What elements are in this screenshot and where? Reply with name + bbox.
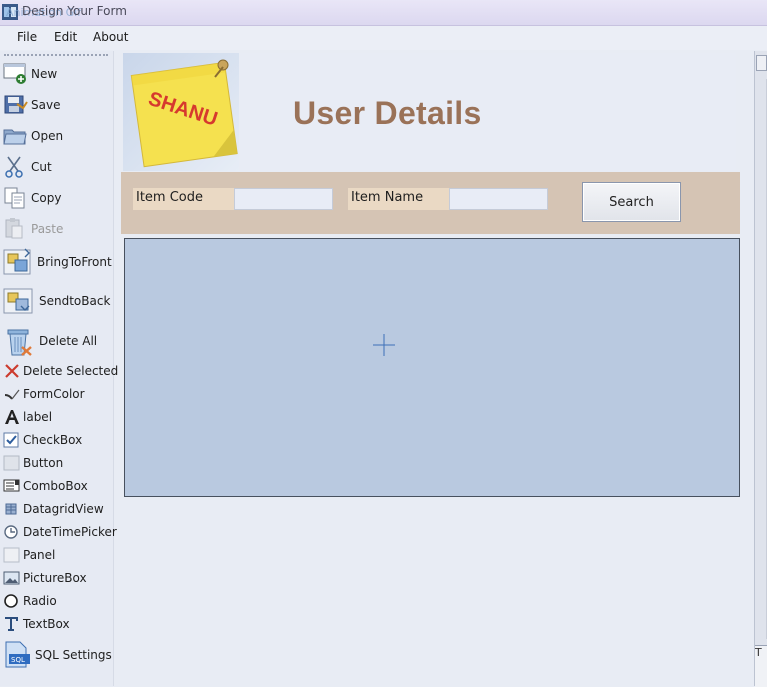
bring-to-front-icon bbox=[3, 248, 31, 275]
tool-delete-selected-label: Delete Selected bbox=[23, 364, 119, 378]
tool-panel-label: Panel bbox=[23, 548, 56, 562]
open-folder-icon bbox=[3, 129, 27, 145]
menu-edit[interactable]: Edit bbox=[54, 30, 77, 44]
search-bar: Item Code Item Name Search bbox=[121, 172, 740, 234]
tool-button[interactable]: Button bbox=[3, 455, 111, 471]
tool-paste-label: Paste bbox=[31, 222, 64, 236]
tool-button-label: Button bbox=[23, 456, 64, 470]
paint-brush-icon bbox=[4, 389, 20, 400]
tool-paste[interactable]: Paste bbox=[3, 217, 111, 241]
radio-icon bbox=[4, 594, 18, 608]
tool-new-label: New bbox=[31, 67, 58, 81]
tool-datagridview-label: DatagridView bbox=[23, 502, 104, 516]
tool-picturebox[interactable]: PictureBox bbox=[3, 570, 111, 586]
tool-bring-to-front[interactable]: BringToFront bbox=[3, 247, 112, 277]
tool-cut[interactable]: Cut bbox=[3, 155, 111, 179]
send-to-back-icon bbox=[3, 288, 33, 314]
designer-canvas: SHANU User Details Item Code Item Name S… bbox=[117, 51, 754, 686]
logo-picturebox[interactable]: SHANU bbox=[123, 53, 239, 171]
tool-sql-settings-label: SQL Settings bbox=[35, 648, 112, 662]
tool-radio-label: Radio bbox=[23, 594, 57, 608]
tool-picturebox-label: PictureBox bbox=[23, 571, 87, 585]
scroll-up-button[interactable] bbox=[756, 55, 767, 71]
tool-label[interactable]: label bbox=[3, 409, 111, 425]
clock-icon bbox=[4, 525, 18, 539]
menu-about[interactable]: About bbox=[93, 30, 128, 44]
toolbox-grip[interactable] bbox=[4, 54, 108, 56]
tool-label-label: label bbox=[23, 410, 53, 424]
label-a-icon bbox=[5, 410, 19, 424]
save-icon bbox=[4, 95, 28, 114]
tool-datetimepicker[interactable]: DateTimePicker bbox=[3, 524, 117, 540]
tool-form-color[interactable]: FormColor bbox=[3, 386, 111, 402]
toolbox-sidebar: New Save Open Cut Copy Paste BringToFron… bbox=[0, 51, 118, 686]
new-form-icon bbox=[3, 63, 26, 84]
svg-text:SQL: SQL bbox=[11, 656, 25, 664]
tool-delete-all[interactable]: Delete All bbox=[3, 325, 111, 357]
item-code-label: Item Code bbox=[133, 188, 234, 210]
menu-bar: File Edit About bbox=[0, 26, 767, 50]
tool-combobox-label: ComboBox bbox=[23, 479, 88, 493]
combobox-icon bbox=[3, 479, 20, 492]
tool-textbox-label: TextBox bbox=[23, 617, 70, 631]
menu-file[interactable]: File bbox=[17, 30, 37, 44]
page-title: User Details bbox=[293, 95, 482, 131]
sql-icon: SQL bbox=[5, 641, 30, 668]
button-icon bbox=[3, 455, 20, 471]
tool-send-to-back[interactable]: SendtoBack bbox=[3, 286, 111, 316]
tool-datagridview[interactable]: DatagridView bbox=[3, 501, 111, 517]
copy-icon bbox=[4, 187, 25, 209]
search-button[interactable]: Search bbox=[582, 182, 681, 222]
tool-cut-label: Cut bbox=[31, 160, 52, 174]
tool-textbox[interactable]: TextBox bbox=[3, 616, 111, 632]
tool-panel[interactable]: Panel bbox=[3, 547, 111, 563]
tool-delete-all-label: Delete All bbox=[39, 334, 98, 348]
tool-new[interactable]: New bbox=[3, 62, 111, 86]
window-title: Design Your Form bbox=[22, 4, 127, 18]
picture-icon bbox=[3, 571, 20, 585]
tool-datetimepicker-label: DateTimePicker bbox=[23, 525, 117, 539]
tool-save[interactable]: Save bbox=[3, 93, 111, 117]
title-bar: Animation Gif Design Your Form bbox=[0, 0, 767, 26]
item-name-label: Item Name bbox=[348, 188, 449, 210]
tool-copy-label: Copy bbox=[31, 191, 62, 205]
panel-icon bbox=[3, 547, 20, 563]
sticky-note-logo: SHANU bbox=[130, 59, 238, 168]
tool-open-label: Open bbox=[31, 129, 64, 143]
item-name-input[interactable] bbox=[449, 188, 548, 210]
item-code-input[interactable] bbox=[234, 188, 333, 210]
tool-sql-settings[interactable]: SQL SQL Settings bbox=[3, 640, 112, 670]
tool-open[interactable]: Open bbox=[3, 124, 111, 148]
tool-checkbox[interactable]: CheckBox bbox=[3, 432, 111, 448]
crosshair-icon bbox=[373, 334, 395, 356]
tool-combobox[interactable]: ComboBox bbox=[3, 478, 111, 494]
tool-bring-to-front-label: BringToFront bbox=[37, 255, 112, 269]
tool-checkbox-label: CheckBox bbox=[23, 433, 83, 447]
tool-save-label: Save bbox=[31, 98, 61, 112]
tool-form-color-label: FormColor bbox=[23, 387, 85, 401]
rail-bottom-panel: T bbox=[755, 645, 767, 687]
textbox-t-icon bbox=[5, 617, 18, 631]
datagrid-icon bbox=[5, 503, 17, 515]
scroll-track[interactable] bbox=[756, 79, 767, 639]
checkbox-icon bbox=[3, 432, 19, 448]
tool-send-to-back-label: SendtoBack bbox=[39, 294, 111, 308]
delete-x-icon bbox=[5, 364, 19, 378]
rail-bottom-text: T bbox=[755, 646, 762, 659]
tool-delete-selected[interactable]: Delete Selected bbox=[3, 363, 118, 379]
right-scroll-rail[interactable]: T bbox=[754, 51, 767, 687]
trash-bin-icon bbox=[7, 329, 32, 356]
paste-icon bbox=[5, 218, 23, 239]
data-grid-panel[interactable] bbox=[124, 238, 740, 497]
scissors-icon bbox=[5, 156, 23, 178]
tool-radio[interactable]: Radio bbox=[3, 593, 111, 609]
tool-copy[interactable]: Copy bbox=[3, 186, 111, 210]
